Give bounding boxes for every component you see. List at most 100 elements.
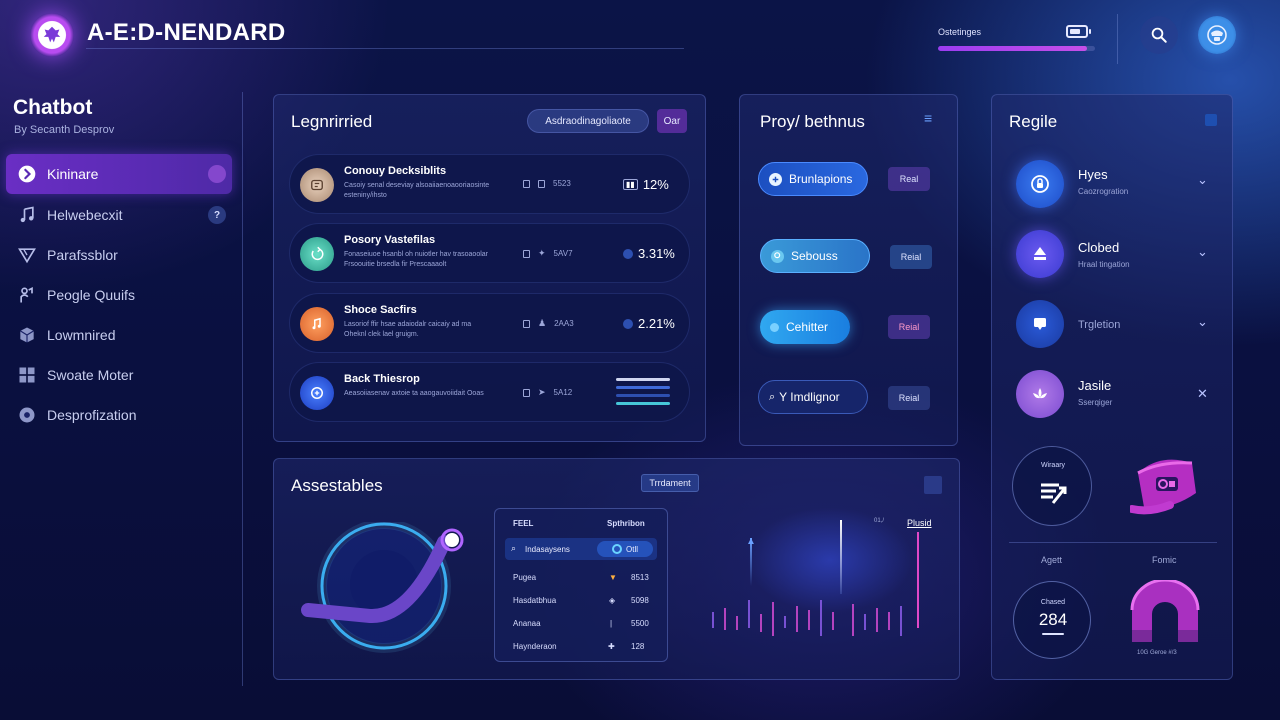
sidebar-item-parafssblor[interactable]: Parafssblor — [6, 235, 232, 275]
filter-button[interactable]: Oar — [657, 109, 687, 133]
table-row-name: Indasaysens — [525, 545, 570, 554]
file-icon — [523, 249, 530, 258]
list-panel-title: Legnrirried — [291, 112, 373, 131]
file-icon — [523, 388, 530, 397]
search-icon: ⌕ — [769, 390, 776, 403]
right-item-title: Hyes — [1078, 167, 1108, 182]
status-dot — [623, 248, 633, 259]
row-description: Fonaseiuoe hsanbl oh nuiotler hav trasoa… — [344, 251, 488, 268]
search-button[interactable] — [1140, 16, 1178, 54]
filter-pill[interactable]: Asdraodinagoliaote — [527, 109, 649, 133]
row-meta: ➤ 5A12 — [523, 387, 572, 398]
assets-panel-title: Assestables — [291, 476, 383, 495]
table-row-value-pill[interactable]: Otll — [597, 541, 653, 557]
upload-icon[interactable] — [1016, 230, 1064, 278]
music-icon — [16, 204, 38, 226]
sidebar-item-swoate-moter[interactable]: Swoate Moter — [6, 355, 232, 395]
sidebar-item-peogle-quuifs[interactable]: Peogle Quuifs — [6, 275, 232, 315]
table-row-name: Hasdatbhua — [513, 596, 557, 605]
row-value: 2.21% — [623, 316, 675, 331]
file-icon — [523, 179, 530, 188]
table-col1-header: FEEL — [513, 519, 534, 528]
proxy-item-brunlapions[interactable]: Brunlapions — [758, 162, 868, 196]
sidebar-item-desprofization[interactable]: Desprofization — [6, 395, 232, 435]
chart-bar — [917, 532, 919, 628]
sidebar-title: Chatbot — [13, 96, 93, 119]
sidebar-item-label: Desprofization — [47, 407, 137, 423]
right-item-subtitle: Hraal tingation — [1078, 260, 1130, 269]
sidebar-item-lowmnired[interactable]: Lowmnired — [6, 315, 232, 355]
proxy-tag[interactable]: Real — [888, 167, 930, 191]
row-value: ▮▮ 12% — [623, 177, 669, 192]
chart-icon: ▮▮ — [623, 179, 638, 190]
expand-icon[interactable] — [924, 476, 942, 494]
table-row-value: 128 — [631, 642, 645, 651]
chevron-down-icon[interactable]: ⌄ — [1197, 314, 1208, 330]
arrow-up-icon: ▲ — [746, 536, 756, 547]
list-item[interactable]: Shoce Sacfirs Lasoriof ffir hsae adaioda… — [289, 293, 690, 353]
brand-logo-icon[interactable] — [30, 13, 74, 57]
list-item[interactable]: Back Thiesrop Aeasoiiasenav axtoie ta aa… — [289, 362, 690, 422]
proxy-item-cehitter[interactable]: Cehitter — [760, 310, 850, 344]
list-item[interactable]: Posory Vastefilas Fonaseiuoe hsanbl oh n… — [289, 223, 690, 283]
table-row-highlight[interactable]: ⌕ Indasaysens Otll — [505, 538, 657, 560]
proxy-item-sebouss[interactable]: Sebouss — [760, 239, 870, 273]
proxy-tag[interactable]: Reial — [888, 386, 930, 410]
stat-underline — [1042, 633, 1064, 635]
panel-toggle-icon[interactable] — [1205, 114, 1217, 126]
wind-icon — [1041, 483, 1067, 504]
lotus-icon[interactable] — [1016, 370, 1064, 418]
ring-gauge — [300, 519, 470, 662]
glow-bar — [796, 606, 798, 632]
sidebar-item-helwebecxit[interactable]: Helwebecxit ? — [6, 195, 232, 235]
file-icon — [523, 319, 530, 328]
plus-icon: ✚ — [608, 642, 615, 651]
header-progress-fill — [938, 46, 1088, 51]
sidebar-item-label: Helwebecxit — [47, 207, 123, 223]
table-row-value: 8513 — [631, 573, 649, 582]
proxy-item-label: Cehitter — [786, 320, 829, 334]
lock-icon[interactable] — [1016, 160, 1064, 208]
proxy-tag[interactable]: Reial — [890, 245, 932, 269]
mini-bar — [616, 378, 670, 381]
row-meta-value: 5AV7 — [553, 249, 573, 258]
mini-bar — [616, 402, 670, 405]
sidebar-item-label: Peogle Quuifs — [47, 287, 135, 303]
right-item-subtitle: Sserqiger — [1078, 398, 1113, 407]
chevron-down-icon[interactable]: ⌄ — [1197, 172, 1208, 188]
brand-title: A-E:D-NENDARD — [87, 19, 286, 46]
search-icon — [771, 249, 784, 263]
table-row-value: Otll — [626, 544, 638, 554]
chart-top-label: Plusid — [907, 518, 932, 528]
chat-icon[interactable] — [1016, 300, 1064, 348]
sidebar-item-kininare[interactable]: Kininare — [6, 154, 232, 194]
cube-icon — [16, 324, 38, 346]
proxy-item-y-imdlignor[interactable]: ⌕ Y Imdlignor — [758, 380, 868, 414]
proxy-tag[interactable]: Reial — [888, 315, 930, 339]
header-vertical-divider — [1117, 14, 1118, 64]
row-meta-value: 5523 — [553, 179, 571, 188]
glow-bar — [772, 602, 774, 636]
menu-icon[interactable]: ≡ — [924, 111, 936, 125]
assets-badge[interactable]: Trrdament — [641, 474, 699, 492]
triangle-icon — [16, 244, 38, 266]
stat-circle[interactable]: Chased 284 — [1013, 581, 1091, 659]
sidebar-subtitle: By Secanth Desprov — [14, 124, 115, 136]
sidebar-item-label: Lowmnired — [47, 327, 116, 343]
close-icon[interactable]: ✕ — [1197, 386, 1208, 402]
row-description: Casoiy senal deseviay alsoaiiaenoaooriao… — [344, 182, 490, 199]
magnet-3d-icon — [1128, 578, 1202, 646]
right-item-title: Jasile — [1078, 378, 1112, 393]
status-dot — [208, 165, 226, 183]
user-avatar-icon — [1207, 25, 1227, 45]
stat-circle-label: Chased — [1040, 599, 1066, 606]
chevron-down-icon[interactable]: ⌄ — [1197, 244, 1208, 260]
gauge-card[interactable]: Wiraary — [1012, 446, 1092, 526]
document-icon — [300, 168, 334, 202]
right-item-subtitle: Caozrogration — [1078, 187, 1129, 196]
user-avatar[interactable] — [1198, 16, 1236, 54]
glow-bar — [832, 612, 834, 630]
glow-bar — [888, 612, 890, 630]
list-item[interactable]: Conouy Decksiblits Casoiy senal deseviay… — [289, 154, 690, 214]
sidebar-item-label: Swoate Moter — [47, 367, 134, 383]
